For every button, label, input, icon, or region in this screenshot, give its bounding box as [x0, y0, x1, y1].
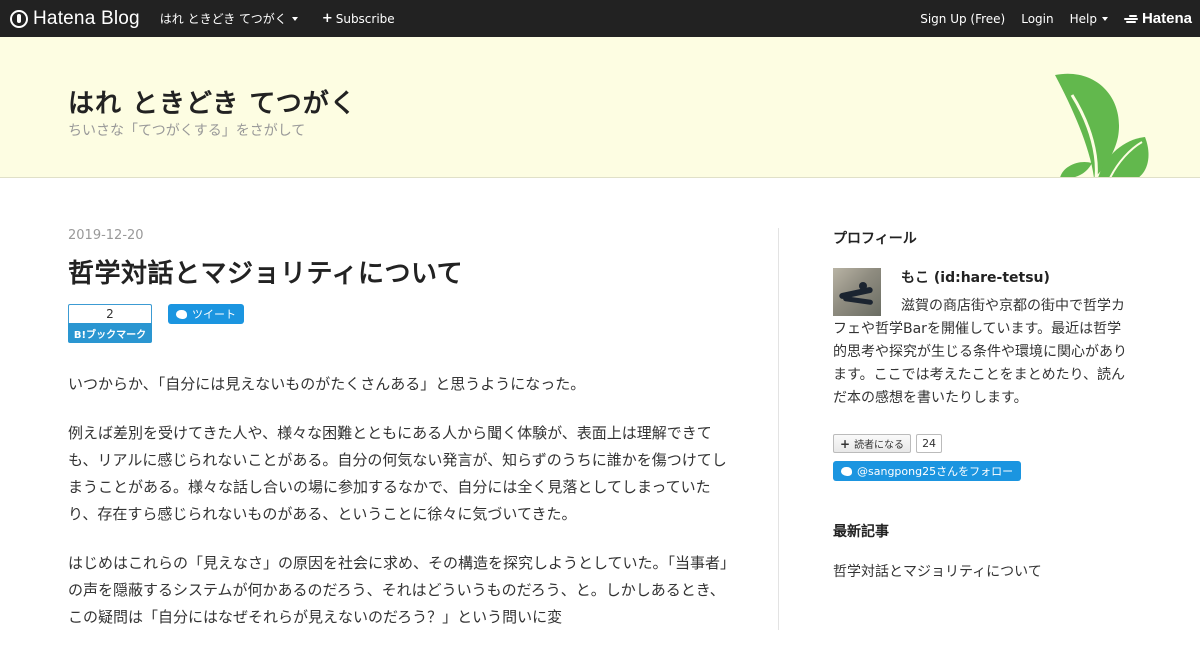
- subscribe-reader-button[interactable]: + 読者になる: [833, 434, 912, 453]
- caret-down-icon: [291, 16, 298, 21]
- entry-body: いつからか、「自分には見えないものがたくさんある」と思うようになった。 例えば差…: [68, 371, 728, 631]
- column-divider: [778, 228, 779, 630]
- plus-icon: +: [321, 11, 333, 26]
- login-link[interactable]: Login: [1021, 12, 1053, 26]
- twitter-bird-icon: [841, 466, 852, 476]
- global-header: Hatena Blog はれ ときどき てつがく + Subscribe Sig…: [0, 0, 1200, 37]
- twitter-bird-icon: [176, 309, 187, 319]
- blog-menu-label: はれ ときどき てつがく: [159, 12, 287, 26]
- blog-header: はれ ときどき てつがく ちいさな「てつがくする」をさがして: [0, 37, 1200, 178]
- recent-entries-heading: 最新記事: [833, 524, 889, 540]
- profile-heading: プロフィール: [833, 231, 917, 247]
- hatena-logo-text: Hatena: [1141, 10, 1192, 27]
- reader-button-label: 読者になる: [854, 440, 905, 451]
- caret-down-icon: [1101, 16, 1108, 21]
- hatena-blog-icon: [10, 9, 28, 28]
- help-dropdown[interactable]: Help: [1070, 12, 1108, 26]
- tweet-label: ツイート: [192, 308, 236, 321]
- share-buttons: 2 B!ブックマーク ツイート: [68, 304, 728, 343]
- recent-entry-link[interactable]: 哲学対話とマジョリティについて: [833, 561, 1135, 581]
- entry-date[interactable]: 2019-12-20: [68, 228, 728, 243]
- bookmark-label: B!ブックマーク: [68, 323, 152, 343]
- blog-description: ちいさな「てつがくする」をさがして: [68, 123, 306, 139]
- avatar[interactable]: [833, 268, 881, 316]
- reader-count[interactable]: 24: [916, 434, 943, 453]
- entry-paragraph: いつからか、「自分には見えないものがたくさんある」と思うようになった。: [68, 375, 586, 393]
- bookmark-count[interactable]: 2: [68, 304, 152, 323]
- help-label: Help: [1069, 11, 1097, 26]
- subscribe-label: Subscribe: [335, 11, 395, 26]
- blog-menu-dropdown[interactable]: はれ ときどき てつがく: [160, 10, 298, 27]
- tweet-button[interactable]: ツイート: [168, 304, 244, 324]
- entry-paragraph: はじめはこれらの「見えなさ」の原因を社会に求め、その構造を探究しようとしていた。…: [68, 554, 728, 626]
- entry-content: 2019-12-20 哲学対話とマジョリティについて 2 B!ブックマーク ツイ…: [68, 228, 728, 653]
- plus-icon: +: [840, 436, 851, 451]
- entry-paragraph: 例えば差別を受けてきた人や、様々な困難とともにある人から聞く体験が、表面上は理解…: [68, 424, 727, 523]
- hatena-logo[interactable]: Hatena: [1123, 10, 1192, 27]
- follow-label: @sangpong25さんをフォロー: [857, 465, 1014, 478]
- reader-row: + 読者になる 24: [833, 434, 1135, 453]
- sidebar: プロフィール もこ (id:hare-tetsu) 滋賀の商店街や京都の街中で哲…: [833, 228, 1135, 581]
- brand-text: Hatena Blog: [33, 7, 140, 29]
- profile-module: もこ (id:hare-tetsu) 滋賀の商店街や京都の街中で哲学カフェや哲学…: [833, 268, 1135, 410]
- hatena-mark-icon: [1123, 14, 1138, 24]
- signup-link[interactable]: Sign Up (Free): [920, 12, 1005, 26]
- top-right-nav: Sign Up (Free) Login Help Hatena: [904, 10, 1192, 27]
- leaf-decoration-icon: [1055, 73, 1149, 177]
- entry-title[interactable]: 哲学対話とマジョリティについて: [68, 253, 728, 290]
- hatena-bookmark-button[interactable]: 2 B!ブックマーク: [68, 304, 152, 343]
- twitter-follow-button[interactable]: @sangpong25さんをフォロー: [833, 461, 1022, 481]
- subscribe-button[interactable]: + Subscribe: [322, 11, 395, 26]
- hatena-blog-logo[interactable]: Hatena Blog: [10, 8, 140, 30]
- blog-title[interactable]: はれ ときどき てつがく: [68, 83, 357, 120]
